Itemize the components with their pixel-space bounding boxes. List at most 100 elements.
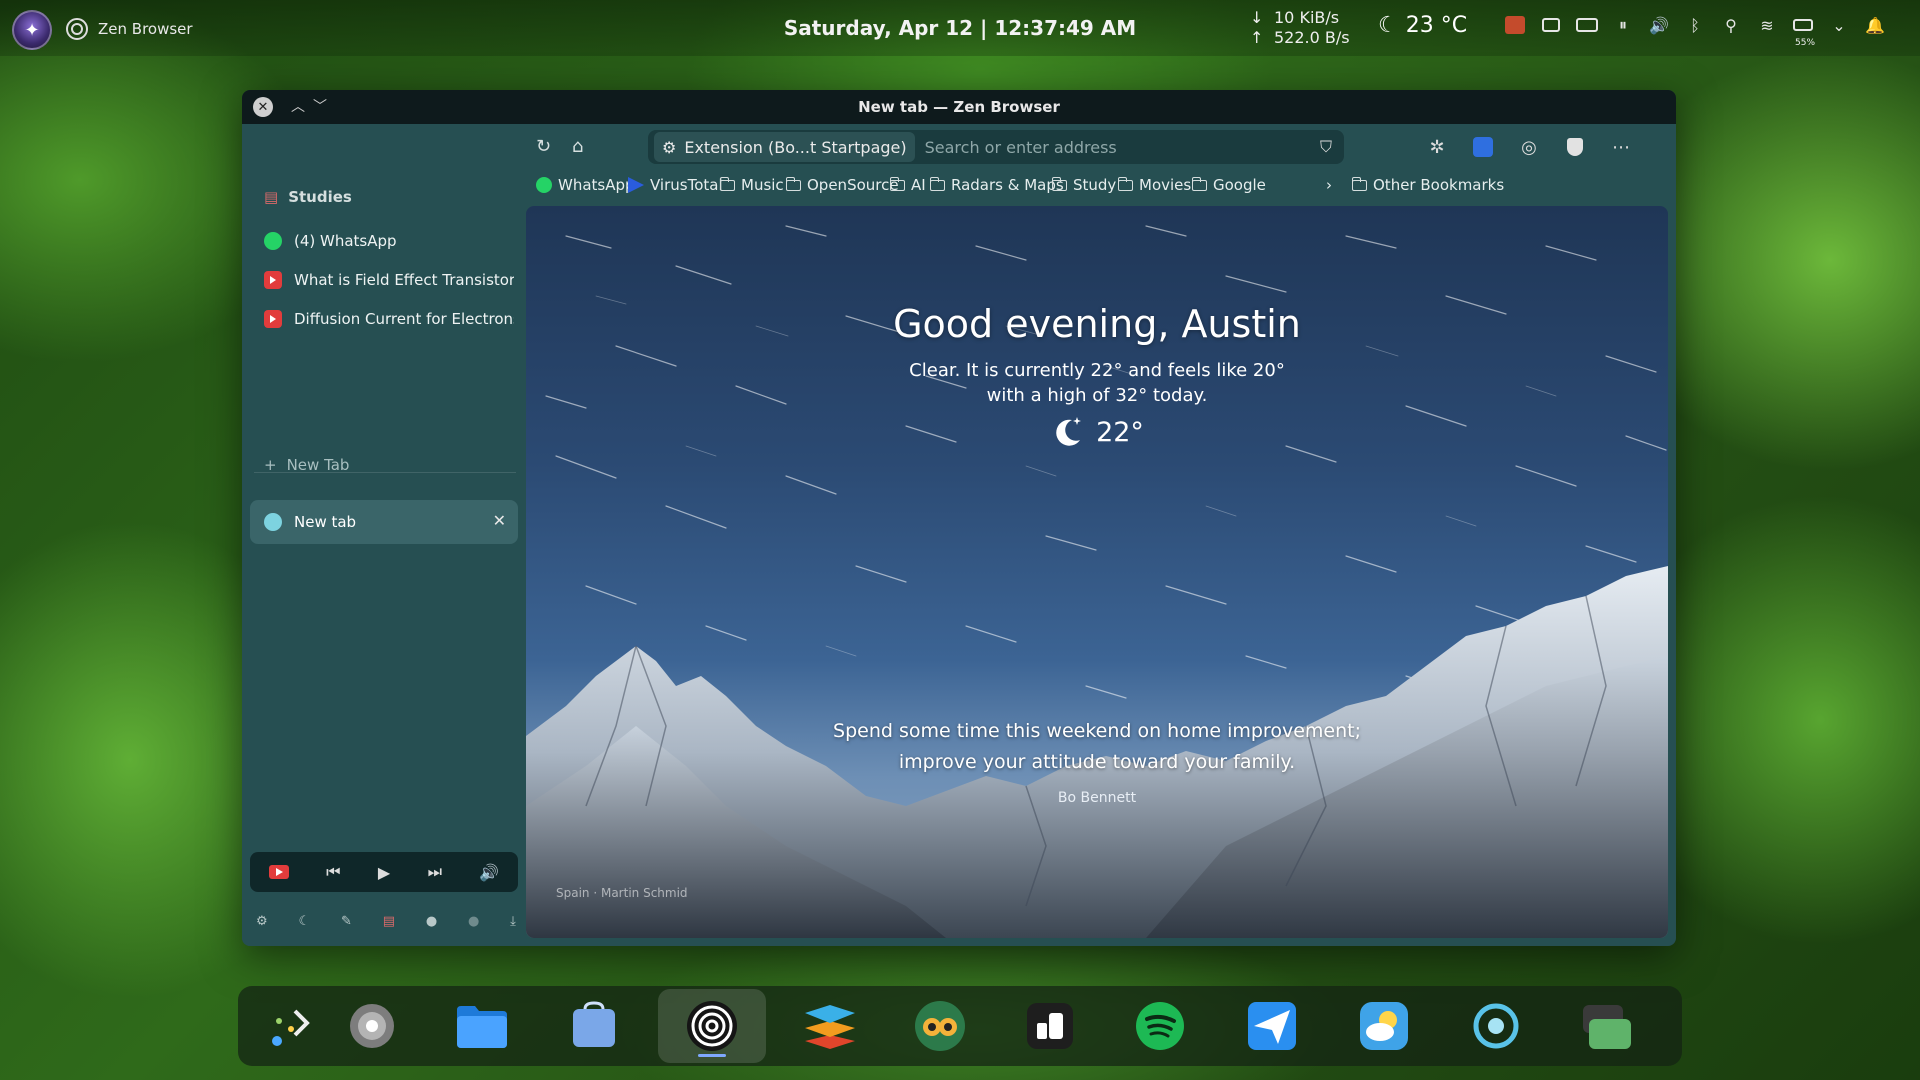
dock-owl-app[interactable] [910,996,970,1056]
active-app-indicator[interactable]: Zen Browser [66,18,193,40]
dock-settings[interactable] [342,996,402,1056]
settings-gear-icon [350,1004,394,1048]
airplane-icon [1248,1002,1296,1050]
volume-button[interactable]: 🔊 [479,863,499,882]
launcher-icon: ✦ [24,19,40,41]
sidebar-tab-whatsapp[interactable]: (4) WhatsApp [264,226,514,256]
previous-track-button[interactable]: ⏮ [326,862,340,882]
notifications-bell-icon[interactable]: 🔔 [1864,14,1886,36]
battery-icon[interactable] [1792,14,1814,36]
system-settings-icon [1473,1003,1519,1049]
clipboard-icon[interactable] [1540,14,1562,36]
pin-workspace-icon[interactable]: ● [426,914,437,929]
bookmark-folder-study[interactable]: Study [1051,176,1116,194]
system-monitor-icon[interactable] [1504,14,1526,36]
startpage-content: Good evening, Austin Clear. It is curren… [526,206,1668,938]
bookmark-page-icon[interactable]: ⛉ [1320,137,1332,157]
books-icon: ▤ [264,188,279,206]
extension-identity-chip[interactable]: ⚙ Extension (Bo...t Startpage) [654,132,915,162]
clock-text[interactable]: Saturday, Apr 12 | 12:37:49 AM [784,16,1136,40]
dock [238,986,1682,1066]
volume-icon[interactable]: 🔊 [1648,14,1670,36]
youtube-media-icon[interactable] [268,865,289,879]
moon-stars-icon [1056,417,1082,446]
dock-telegram[interactable] [1242,996,1302,1056]
bitwarden-icon[interactable] [1472,136,1494,158]
dock-files[interactable] [452,996,512,1056]
bookmarks-overflow-chevron-icon[interactable]: › [1326,176,1332,194]
keyboard-icon[interactable] [1576,14,1598,36]
bookmark-folder-other[interactable]: Other Bookmarks [1351,176,1505,194]
more-menu-icon[interactable]: ⋯ [1610,136,1632,158]
workspace-header[interactable]: ▤ Studies [264,188,352,206]
downloads-icon[interactable]: ⤓ [510,914,516,929]
quote-line-2: improve your attitude toward your family… [898,751,1296,773]
dock-app-grid[interactable] [260,996,320,1056]
folder-icon [929,176,945,191]
wifi-icon[interactable]: ≋ [1756,14,1778,36]
extensions-puzzle-icon[interactable]: ✲ [1426,136,1448,158]
dock-store[interactable] [564,996,624,1056]
panel-weather[interactable]: ☾ 23 °C [1378,13,1467,38]
extension-puzzle-icon: ⚙ [662,137,677,157]
panel-temperature: 23 °C [1405,13,1468,38]
sidebar-tab-active[interactable]: New tab ✕ [250,500,518,544]
tab-label: What is Field Effect Transistor [294,271,514,289]
dock-layers-app[interactable] [800,996,860,1056]
dock-weather[interactable] [1354,996,1414,1056]
media-pause-icon[interactable]: ⏸ [1612,14,1634,36]
bluetooth-icon[interactable]: ᛒ [1684,14,1706,36]
weather-now: 22° [526,414,1668,450]
ublock-shield-icon[interactable] [1564,136,1586,158]
reload-button[interactable]: ↻ [536,136,551,157]
download-arrow-icon: ↓ [1250,8,1264,27]
bookmark-folder-ai[interactable]: AI [889,176,926,194]
sidebar-tab-fet[interactable]: What is Field Effect Transistor [264,265,514,295]
bookmark-label: Movies [1139,176,1192,194]
network-speed[interactable]: ↓ 10 KiB/s ↑ 522.0 B/s [1250,8,1350,48]
bookmark-folder-opensource[interactable]: OpenSource [785,176,899,194]
location-icon[interactable]: ⚲ [1720,14,1742,36]
dock-messages-app[interactable] [1576,996,1636,1056]
bookmark-folder-radars[interactable]: Radars & Maps [929,176,1064,194]
glasses-extension-icon[interactable]: ◎ [1518,136,1540,158]
folder-icon [1191,176,1207,191]
circle-workspace-icon[interactable]: ● [468,914,479,929]
bookmark-folder-music[interactable]: Music [719,176,784,194]
folder-icon [1051,176,1067,191]
new-tab-button[interactable]: + New Tab [264,456,349,474]
workspace-name: Studies [288,188,352,206]
top-panel: ✦ Zen Browser Saturday, Apr 12 | 12:37:4… [0,0,1920,56]
next-track-button[interactable]: ⏭ [428,862,442,882]
bookmark-folder-movies[interactable]: Movies [1117,176,1192,194]
pen-workspace-icon[interactable]: ✎ [341,914,352,929]
folder-icon [719,176,735,191]
youtube-icon [264,310,282,328]
url-bar[interactable]: ⚙ Extension (Bo...t Startpage) Search or… [648,130,1344,164]
whatsapp-icon [264,232,282,250]
address-input[interactable]: Search or enter address [925,138,1320,157]
settings-gear-icon[interactable]: ⚙ [256,914,268,929]
bookmark-whatsapp[interactable]: WhatsApp [536,176,635,194]
quote-author: Bo Bennett [1057,790,1137,806]
dock-spotify[interactable] [1130,996,1190,1056]
active-app-name: Zen Browser [98,20,193,38]
dock-zen-browser[interactable] [658,989,766,1063]
sidebar-tab-diffusion[interactable]: Diffusion Current for Electrons [264,304,514,334]
moon-workspace-icon[interactable]: ☾ [298,914,310,929]
photo-credit[interactable]: Spain · Martin Schmid [556,886,688,900]
media-controls: ⏮ ▶ ⏭ 🔊 [250,852,518,892]
dock-system-app[interactable] [1466,996,1526,1056]
dock-dark-app[interactable] [1020,996,1080,1056]
greeting-heading: Good evening, Austin [893,302,1301,346]
owl-icon [915,1001,965,1051]
close-tab-button[interactable]: ✕ [493,511,506,530]
app-launcher-button[interactable]: ✦ [12,10,52,50]
home-button[interactable]: ⌂ [572,136,583,157]
books-workspace-icon[interactable]: ▤ [383,914,395,929]
bookmark-virustotal[interactable]: VirusTotal [628,176,723,194]
bookmark-folder-google[interactable]: Google [1191,176,1266,194]
expand-tray-icon[interactable]: ⌄ [1828,14,1850,36]
play-button[interactable]: ▶ [378,863,390,882]
bookmark-label: Other Bookmarks [1373,176,1505,194]
